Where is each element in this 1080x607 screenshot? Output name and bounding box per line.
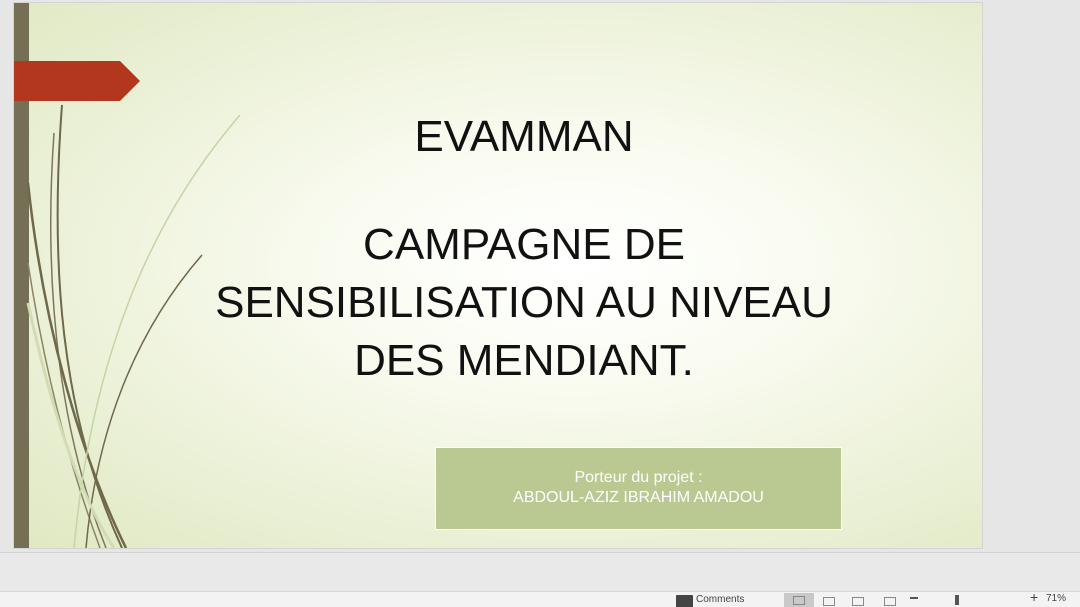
reading-view-icon [852,597,864,606]
slide-canvas[interactable]: EVAMMAN CAMPAGNE DE SENSIBILISATION AU N… [14,3,982,548]
slide-sorter-button[interactable] [823,594,835,607]
zoom-slider-thumb[interactable] [955,595,959,605]
zoom-level[interactable]: 71% [1046,593,1066,607]
zoom-in-button[interactable]: + [1030,589,1038,605]
title-line-campagne: CAMPAGNE DE [363,220,685,269]
subtitle-line-author: ABDOUL-AZIZ IBRAHIM AMADOU [513,489,764,506]
title-line-sensibilisation: SENSIBILISATION AU NIVEAU [215,278,833,327]
reading-view-button[interactable] [852,594,864,607]
slide-editing-area: EVAMMAN CAMPAGNE DE SENSIBILISATION AU N… [0,0,1080,553]
comments-icon [676,595,693,607]
comments-label: Comments [696,594,745,605]
subtitle-line-porteur: Porteur du projet : [574,469,703,486]
slide-subtitle-box[interactable]: Porteur du projet : ABDOUL-AZIZ IBRAHIM … [435,447,842,530]
normal-view-icon [793,596,805,605]
normal-view-button[interactable] [784,593,814,607]
status-bar: Comments + 71% [0,589,1080,607]
slideshow-button[interactable] [884,594,896,607]
title-line-evamman: EVAMMAN [414,112,634,161]
slide-sorter-icon [823,597,835,606]
slide-title[interactable]: EVAMMAN CAMPAGNE DE SENSIBILISATION AU N… [174,108,874,390]
presentation-window: EVAMMAN CAMPAGNE DE SENSIBILISATION AU N… [0,0,1080,607]
zoom-out-button[interactable] [910,597,918,599]
slideshow-icon [884,597,896,606]
comments-button[interactable]: Comments [676,594,744,607]
notes-pane[interactable] [0,553,1080,591]
title-line-mendiant: DES MENDIANT. [354,336,694,385]
